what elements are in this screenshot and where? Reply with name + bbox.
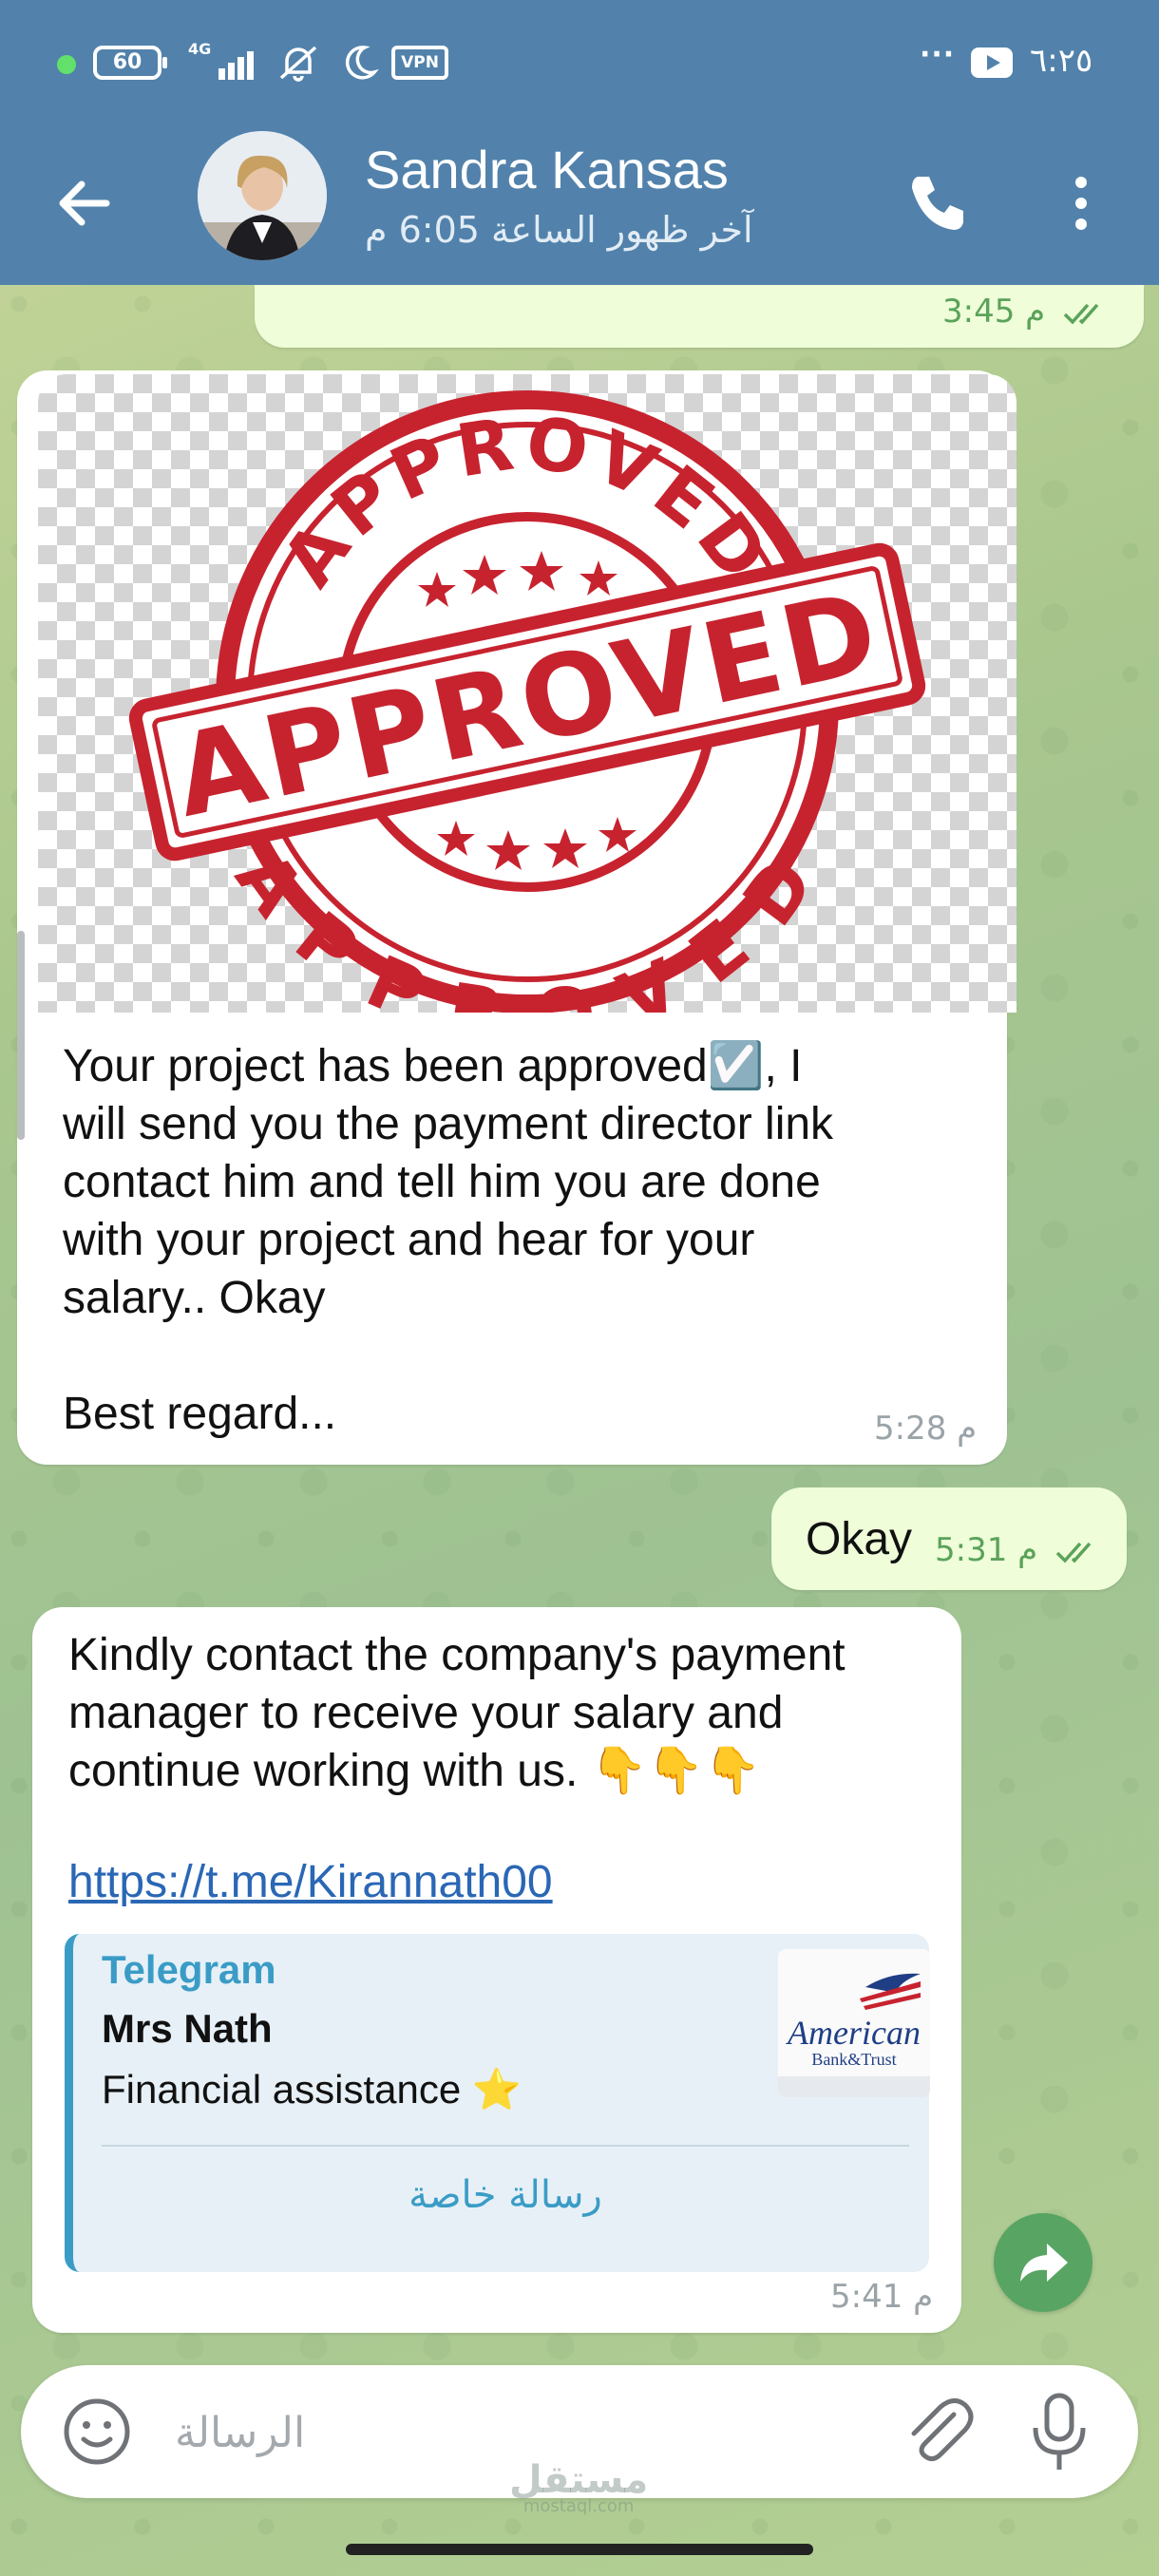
mic-icon[interactable] <box>1026 2388 1092 2475</box>
divider <box>102 2145 909 2147</box>
signal-icon: 4G <box>186 40 256 82</box>
thumb-brand: American <box>786 2014 921 2052</box>
message-text: Okay <box>806 1514 913 1564</box>
message-time: 5:41 م <box>830 2278 934 2316</box>
phone-icon[interactable] <box>899 165 975 241</box>
message-link[interactable]: https://t.me/Kirannath00 <box>68 1856 553 1908</box>
message-meta: 5:31 م <box>935 1531 1105 1569</box>
link-preview-card[interactable]: Telegram Mrs Nath Financial assistance ⭐… <box>65 1934 930 2272</box>
attach-icon[interactable] <box>897 2390 978 2472</box>
message-bubble-incoming[interactable]: Kindly contact the company's payment man… <box>32 1607 961 2333</box>
youtube-icon <box>971 47 1013 78</box>
watermark-logo: مستقل mostaql.com <box>509 2458 648 2516</box>
link-preview-title: Mrs Nath <box>102 2006 273 2051</box>
message-time: 5:28 م <box>874 1410 978 1448</box>
message-meta: 3:45 م <box>942 293 1112 331</box>
message-bubble-outgoing[interactable]: 3:45 م <box>255 285 1144 348</box>
status-bar: 60 4G VPN ··· ٦:٢٥ <box>0 0 1159 131</box>
link-preview-thumbnail[interactable]: American Bank&Trust <box>778 1949 930 2097</box>
message-text: Kindly contact the company's payment man… <box>68 1630 846 1796</box>
more-notifications-icon: ··· <box>920 38 956 71</box>
mute-bell-icon <box>279 46 317 82</box>
vpn-icon: VPN <box>391 46 448 80</box>
scrollbar-thumb[interactable] <box>17 931 25 1140</box>
clock: ٦:٢٥ <box>1030 42 1093 80</box>
double-check-icon <box>1063 303 1099 325</box>
battery-icon: 60 <box>93 46 167 80</box>
moon-icon <box>345 46 379 80</box>
contact-name[interactable]: Sandra Kansas <box>365 139 729 200</box>
message-bubble-incoming[interactable]: APPROVED APPROVED APPROVED Your pro <box>17 370 1016 1465</box>
emoji-icon[interactable] <box>59 2394 135 2470</box>
avatar[interactable] <box>198 131 327 260</box>
approved-stamp-image[interactable]: APPROVED APPROVED APPROVED <box>38 374 1016 1013</box>
message-time: 3:45 م <box>942 293 1046 331</box>
share-button[interactable] <box>994 2213 1092 2312</box>
chat-header: Sandra Kansas آخر ظهور الساعة 6:05 م <box>0 131 1159 285</box>
link-preview-site: Telegram <box>102 1947 276 1992</box>
message-text: Your project has been approved☑️, I will… <box>63 1041 834 1439</box>
watermark-line-2: mostaql.com <box>522 2496 635 2516</box>
recording-dot-icon <box>57 55 76 74</box>
back-arrow-icon[interactable] <box>49 165 125 241</box>
double-check-icon <box>1055 1542 1092 1563</box>
share-icon <box>1020 2244 1068 2282</box>
link-preview-description: Financial assistance ⭐ <box>102 2067 522 2112</box>
message-bubble-outgoing[interactable]: Okay 5:31 م <box>771 1487 1127 1590</box>
last-seen-status: آخر ظهور الساعة 6:05 م <box>365 209 753 251</box>
home-indicator[interactable] <box>346 2544 813 2555</box>
network-type: 4G <box>188 40 212 58</box>
thumb-brand-sub: Bank&Trust <box>811 2050 896 2069</box>
more-vertical-icon[interactable] <box>1053 165 1110 241</box>
message-time: 5:31 م <box>935 1531 1038 1569</box>
private-message-button[interactable]: رسالة خاصة <box>102 2173 909 2217</box>
